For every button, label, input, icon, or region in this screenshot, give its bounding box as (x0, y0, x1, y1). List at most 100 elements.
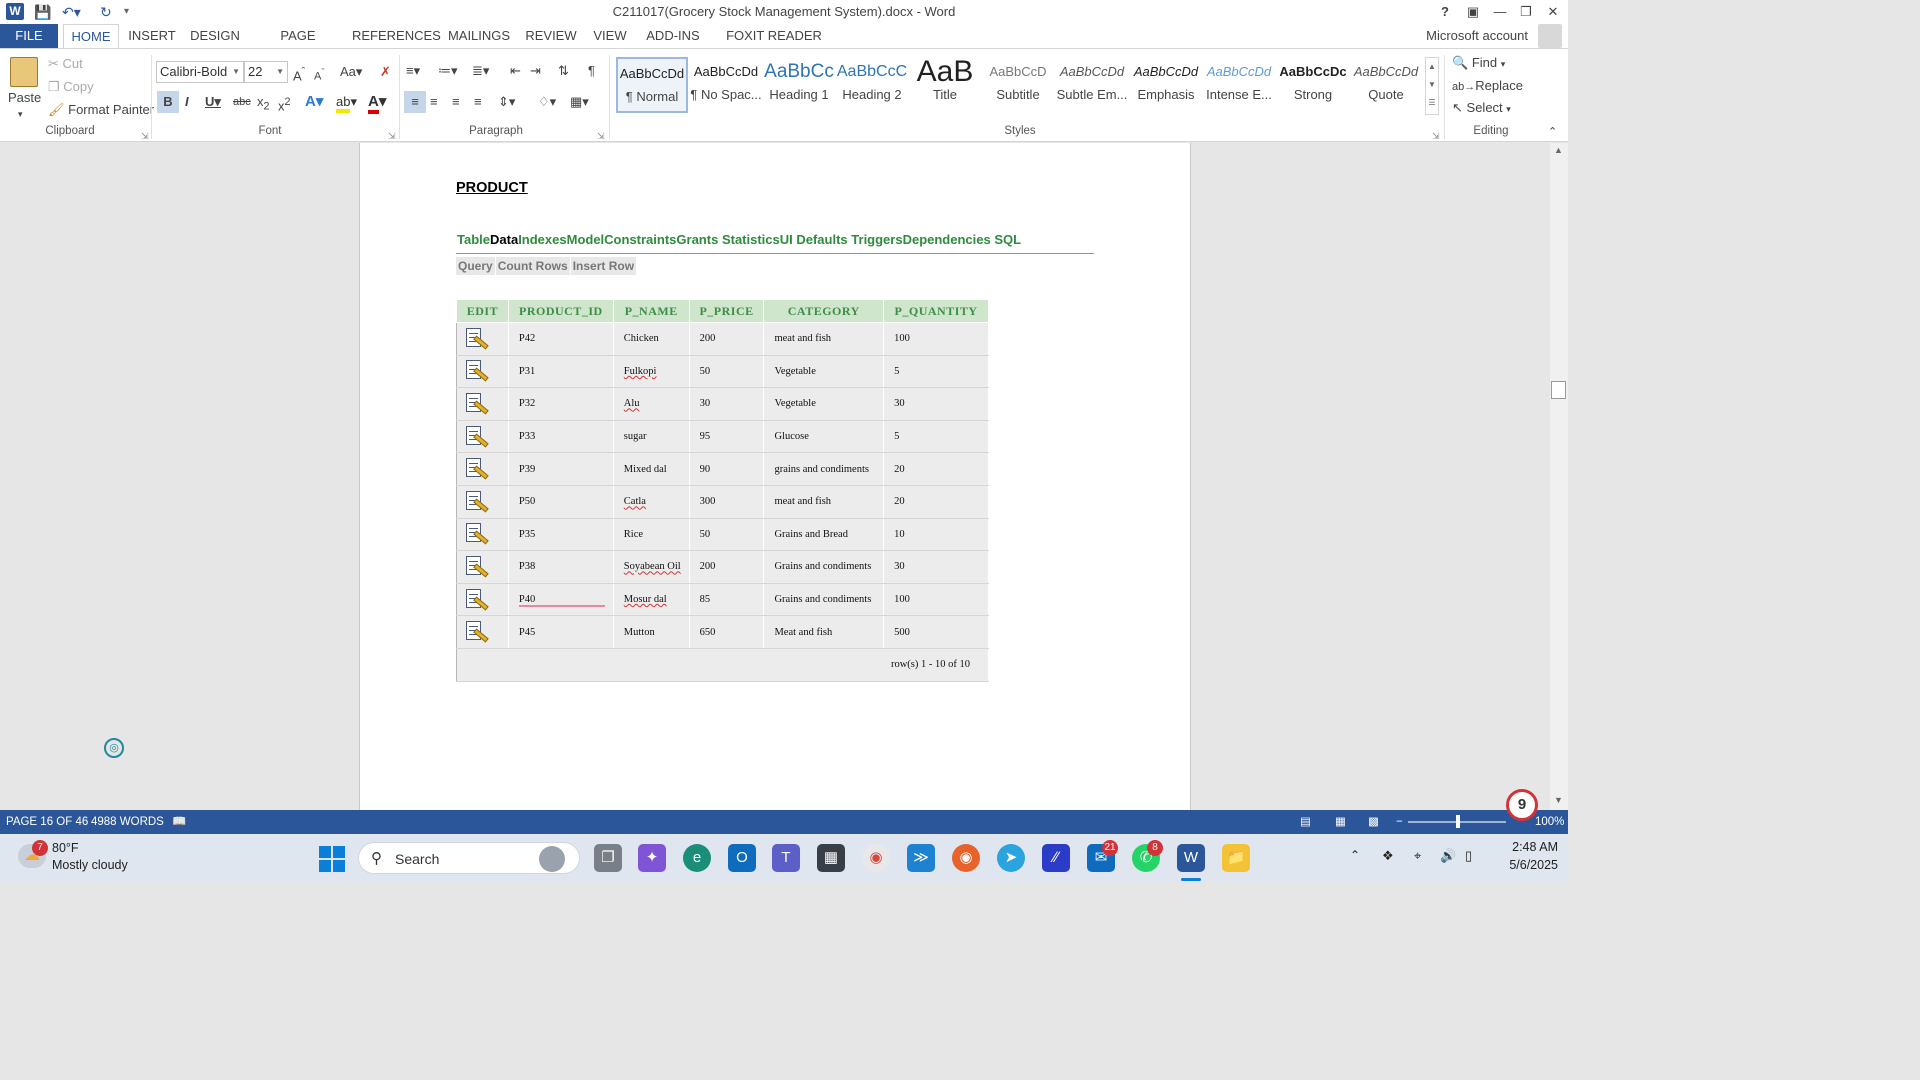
style-no-spacing[interactable]: AaBbCcDd ¶ No Spac... (690, 57, 762, 113)
save-icon[interactable]: 💾 (34, 2, 51, 22)
apex-tab-triggers[interactable]: Triggers (851, 232, 902, 247)
paste-icon[interactable] (10, 57, 38, 87)
copilot-icon[interactable]: ✦ (638, 844, 666, 872)
restore-button[interactable]: ❐ (1513, 2, 1539, 22)
task-view-icon[interactable]: ❐ (594, 844, 622, 872)
volume-icon[interactable]: 🔊 (1440, 848, 1456, 864)
ribbon-display-options-icon[interactable]: ▣ (1460, 2, 1486, 22)
query-button[interactable]: Query (456, 257, 496, 275)
windows-start-icon[interactable] (319, 846, 345, 872)
font-size-combo[interactable]: 22 ▼ (244, 61, 288, 83)
paste-dropdown-icon[interactable]: ▾ (18, 105, 23, 123)
text-effects-icon[interactable]: A▾ (305, 93, 323, 111)
tab-review[interactable]: REVIEW (524, 24, 578, 48)
scroll-up-icon[interactable]: ▲ (1554, 145, 1563, 155)
change-case-icon[interactable]: Aa▾ (340, 63, 362, 81)
tab-foxit-reader-pdf[interactable]: FOXIT READER PDF (716, 24, 832, 67)
subscript-button[interactable]: x2 (257, 93, 270, 116)
tab-home[interactable]: HOME (63, 24, 119, 49)
battery-icon[interactable]: ▯ (1465, 848, 1472, 864)
clock-time[interactable]: 2:48 AM (1494, 840, 1558, 854)
bullets-icon[interactable]: ≡▾ (406, 62, 420, 80)
tab-add-ins[interactable]: ADD-INS (642, 24, 704, 48)
edit-row-icon[interactable] (465, 392, 489, 416)
font-name-combo[interactable]: Calibri-Bold ▼ (156, 61, 244, 83)
edit-row-icon[interactable] (465, 457, 489, 481)
style-heading-1[interactable]: AaBbCc Heading 1 (763, 57, 835, 113)
line-spacing-icon[interactable]: ⇕▾ (498, 93, 515, 111)
replace-button[interactable]: ab→Replace (1452, 77, 1523, 96)
tab-insert[interactable]: INSERT (126, 24, 178, 48)
telegram-icon[interactable]: ➤ (997, 844, 1025, 872)
style-quote[interactable]: AaBbCcDd Quote (1350, 57, 1422, 113)
zoom-out-icon[interactable]: − (1396, 810, 1403, 834)
format-painter-button[interactable]: 🖌 Format Painter (48, 101, 154, 119)
underline-button[interactable]: U▾ (205, 93, 221, 111)
apex-tab-data[interactable]: Data (490, 232, 518, 247)
outlook-icon[interactable]: O (728, 844, 756, 872)
apex-tab-ui-defaults[interactable]: UI Defaults (780, 232, 848, 247)
apex-tab-model[interactable]: Model (567, 232, 605, 247)
align-center-icon[interactable]: ≡ (430, 93, 438, 111)
align-right-icon[interactable]: ≡ (452, 93, 460, 111)
style-emphasis[interactable]: AaBbCcDd Emphasis (1130, 57, 1202, 113)
copy-button[interactable]: ❐ Copy (48, 78, 94, 96)
account-name[interactable]: Microsoft account (1426, 28, 1528, 43)
dropbox-icon[interactable]: ❖ (1382, 848, 1394, 864)
show-marks-icon[interactable]: ¶ (588, 62, 595, 80)
tab-page-layout[interactable]: PAGE LAYOUT (254, 24, 342, 67)
superscript-button[interactable]: x2 (278, 93, 291, 115)
grow-font-icon[interactable]: Aˆ (293, 63, 305, 85)
decrease-indent-icon[interactable]: ⇤ (510, 62, 521, 80)
strikethrough-button[interactable]: abc (233, 93, 251, 111)
multilevel-list-icon[interactable]: ≣▾ (472, 62, 489, 80)
word-taskbar-icon[interactable]: W (1177, 844, 1205, 872)
apex-tab-statistics[interactable]: Statistics (722, 232, 780, 247)
tab-mailings[interactable]: MAILINGS (446, 24, 512, 48)
print-layout-icon[interactable]: ▦ (1335, 810, 1346, 834)
edit-row-icon[interactable] (465, 490, 489, 514)
edit-row-icon[interactable] (465, 555, 489, 579)
redo-icon[interactable]: ↻ (100, 2, 112, 22)
powerapps-icon[interactable]: ∕∕ (1042, 844, 1070, 872)
edit-row-icon[interactable] (465, 588, 489, 612)
tab-view[interactable]: VIEW (590, 24, 630, 48)
increase-indent-icon[interactable]: ⇥ (530, 62, 541, 80)
edit-row-icon[interactable] (465, 620, 489, 644)
vertical-scrollbar[interactable]: ▲ ▼ (1550, 143, 1568, 810)
style-heading-2[interactable]: AaBbCcC Heading 2 (836, 57, 908, 113)
minimize-button[interactable]: — (1487, 2, 1513, 22)
clear-formatting-icon[interactable]: ✗ (380, 63, 391, 81)
apex-tab-dependencies[interactable]: Dependencies (903, 232, 991, 247)
file-explorer-icon[interactable]: 📁 (1222, 844, 1250, 872)
edge-icon[interactable]: e (683, 844, 711, 872)
collapse-ribbon-icon[interactable]: ⌃ (1548, 123, 1557, 141)
shrink-font-icon[interactable]: Aˇ (314, 63, 324, 86)
find-button[interactable]: 🔍 Find ▾ (1452, 54, 1505, 73)
show-hidden-icons[interactable]: ⌃ (1350, 848, 1360, 862)
clock-date[interactable]: 5/6/2025 (1494, 858, 1558, 872)
read-mode-icon[interactable]: ▤ (1300, 810, 1311, 834)
chrome-icon[interactable]: ◉ (862, 844, 890, 872)
proofing-icon[interactable]: 📖 (172, 810, 186, 834)
tab-references[interactable]: REFERENCES (352, 24, 441, 48)
apex-tab-constraints[interactable]: Constraints (604, 232, 676, 247)
shading-icon[interactable]: ♢▾ (538, 93, 556, 111)
italic-button[interactable]: I (185, 93, 189, 111)
apex-tab-sql[interactable]: SQL (994, 232, 1021, 247)
insert-row-button[interactable]: Insert Row (571, 257, 638, 275)
style-strong[interactable]: AaBbCcDc Strong (1277, 57, 1349, 113)
page-count[interactable]: PAGE 16 OF 46 (6, 810, 88, 834)
undo-icon[interactable]: ↶▾ (62, 2, 81, 22)
highlight-color-icon[interactable]: ab▾ (336, 93, 357, 113)
close-button[interactable]: ✕ (1540, 2, 1566, 22)
sort-icon[interactable]: ⇅ (558, 62, 569, 80)
style-title[interactable]: AaB Title (909, 57, 981, 113)
cut-button[interactable]: ✂ Cut (48, 55, 83, 73)
tab-file[interactable]: FILE (0, 24, 58, 48)
style-intense-emphasis[interactable]: AaBbCcDd Intense E... (1203, 57, 1275, 113)
apex-tab-grants[interactable]: Grants (676, 232, 718, 247)
zoom-slider-thumb[interactable] (1456, 815, 1460, 828)
count-rows-button[interactable]: Count Rows (496, 257, 571, 275)
firefox-icon[interactable]: ◉ (952, 844, 980, 872)
